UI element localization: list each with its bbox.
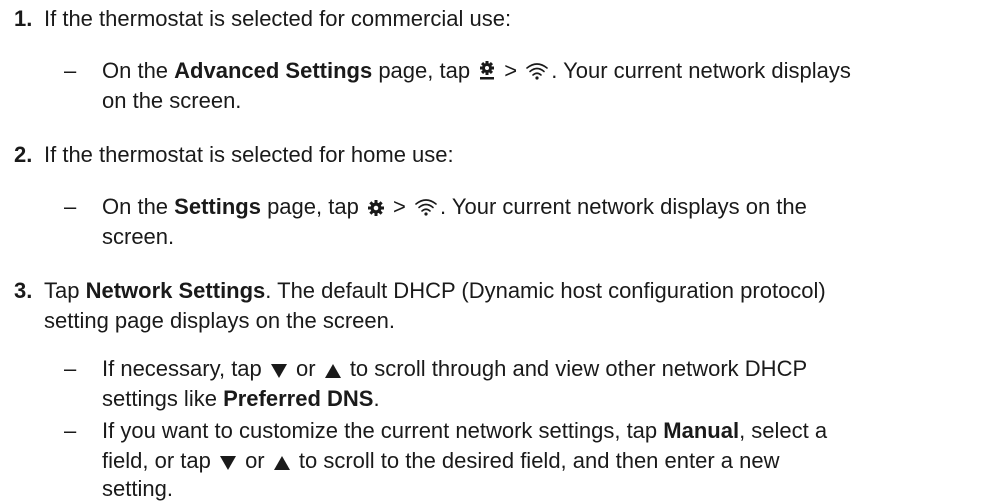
bullet-continuation: setting. [102,476,173,501]
step-number: 3. [14,278,33,303]
step-text: If the thermostat is selected for commer… [44,6,512,31]
bullet-continuation: on the screen. [102,88,242,113]
wifi-icon [525,61,549,87]
bullet-continuation: field, or tap or to scroll to the desire… [102,448,780,477]
bullet-dash: – [64,58,77,83]
bullet-dash: – [64,418,77,443]
bullet-text: On the Settings page, tap > . Your curre… [102,194,807,223]
step-text: If the thermostat is selected for home u… [44,142,454,167]
triangle-up-icon [273,451,291,477]
step-continuation: setting page displays on the screen. [44,308,396,333]
step-number: 2. [14,142,33,167]
bullet-text: If you want to customize the current net… [102,418,828,443]
step-number: 1. [14,6,33,31]
step-text: Tap Network Settings. The default DHCP (… [44,278,826,303]
bullet-continuation: settings like Preferred DNS. [102,386,380,411]
settings-label: Settings [174,194,261,219]
bullet-text: On the Advanced Settings page, tap > . Y… [102,58,851,87]
manual-label: Manual [663,418,740,443]
gear-with-underline-icon [478,61,496,87]
triangle-down-icon [270,359,288,385]
instructions-document: 1. If the thermostat is selected for com… [0,0,1006,503]
preferred-dns-label: Preferred DNS [223,386,374,411]
advanced-settings-label: Advanced Settings [174,58,373,83]
bullet-dash: – [64,356,77,381]
gear-icon [367,197,385,223]
bullet-dash: – [64,194,77,219]
triangle-down-icon [219,451,237,477]
bullet-text: If necessary, tap or to scroll through a… [102,356,807,385]
triangle-up-icon [324,359,342,385]
bullet-continuation: screen. [102,224,175,249]
wifi-icon [414,197,438,223]
network-settings-label: Network Settings [85,278,266,303]
